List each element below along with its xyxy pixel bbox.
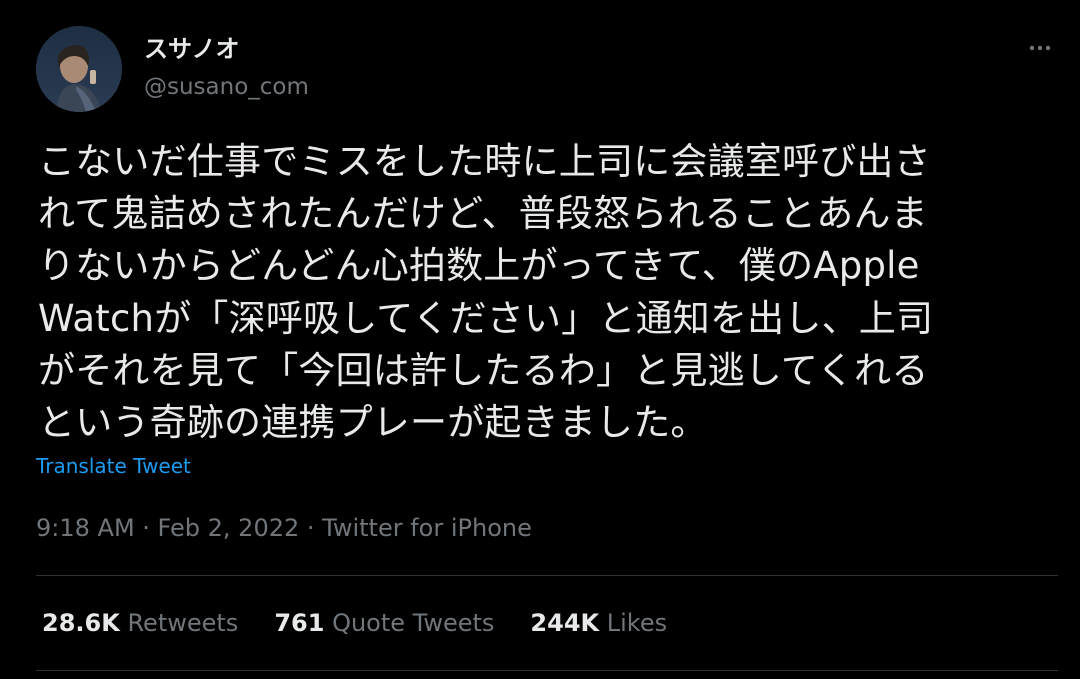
tweet-stats: 28.6K Retweets 761 Quote Tweets 244K Lik… <box>42 605 703 641</box>
avatar[interactable] <box>36 26 122 112</box>
tweet-text-line: りないからどんどん心拍数上がってきて、僕のApple <box>38 244 920 288</box>
tweet-text-line: がそれを見て「今回は許したるわ」と見逃してくれる <box>38 348 929 392</box>
more-horizontal-icon <box>1029 45 1051 51</box>
retweets-stat[interactable]: 28.6K Retweets <box>42 605 238 641</box>
divider <box>36 670 1058 671</box>
divider <box>36 575 1058 576</box>
quote-tweets-count: 761 <box>274 609 325 637</box>
tweet-text-line: Watchが「深呼吸してください」と通知を出し、上司 <box>38 296 934 340</box>
retweets-count: 28.6K <box>42 609 120 637</box>
likes-stat[interactable]: 244K Likes <box>530 605 667 641</box>
tweet-text: こないだ仕事でミスをした時に上司に会議室呼び出さ れて鬼詰めされたんだけど、普段… <box>38 136 1048 449</box>
translate-tweet-link[interactable]: Translate Tweet <box>36 451 191 481</box>
display-name[interactable]: スサノオ <box>144 32 240 66</box>
quote-tweets-label: Quote Tweets <box>332 609 495 637</box>
tweet-text-line: こないだ仕事でミスをした時に上司に会議室呼び出さ <box>38 140 931 183</box>
tweet-timestamp[interactable]: 9:18 AM · Feb 2, 2022 · Twitter for iPho… <box>36 511 532 545</box>
retweets-label: Retweets <box>127 609 239 637</box>
likes-count: 244K <box>530 609 600 637</box>
tweet: スサノオ @susano_com こないだ仕事でミスをした時に上司に会議室呼び出… <box>0 0 1080 679</box>
quote-tweets-stat[interactable]: 761 Quote Tweets <box>274 605 494 641</box>
tweet-text-line: という奇跡の連携プレーが起きました。 <box>38 401 708 445</box>
tweet-text-line: れて鬼詰めされたんだけど、普段怒られることあんま <box>38 192 928 236</box>
avatar-image <box>36 26 122 112</box>
more-options-button[interactable] <box>1020 30 1060 70</box>
likes-label: Likes <box>606 609 668 637</box>
user-handle[interactable]: @susano_com <box>144 70 309 104</box>
